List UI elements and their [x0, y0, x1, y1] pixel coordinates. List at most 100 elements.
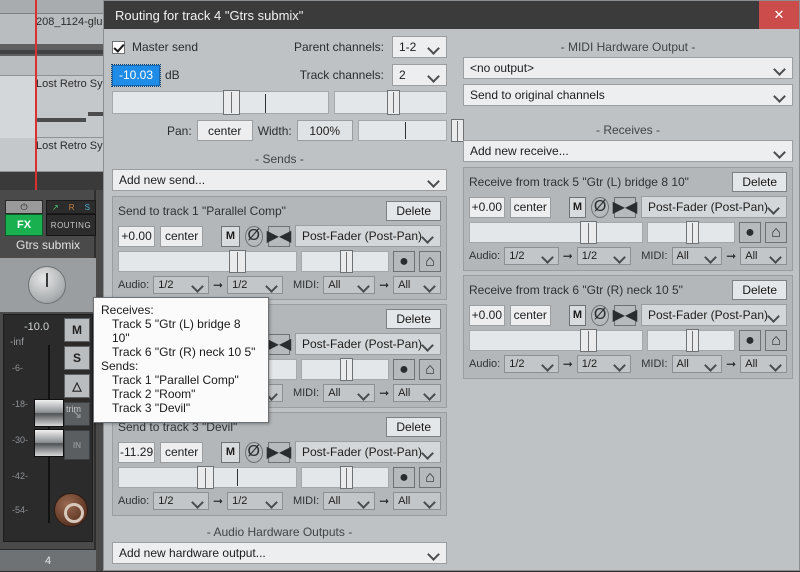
send-volume-field[interactable]: -11.29 — [118, 441, 156, 463]
strip-track-name[interactable]: Gtrs submix — [0, 238, 96, 252]
master-send-checkbox-row[interactable]: Master send — [112, 40, 286, 54]
phase-invert-icon[interactable]: Ø — [244, 441, 263, 463]
close-icon[interactable]: ✕ — [759, 1, 799, 29]
receive-volume-slider[interactable] — [469, 329, 643, 352]
receive-volume-field[interactable]: +0.00 — [469, 304, 505, 326]
send-volume-thumb[interactable] — [197, 466, 214, 489]
send-pan-thumb[interactable] — [340, 466, 353, 489]
send-volume-thumb[interactable] — [229, 250, 246, 273]
audio-src-select[interactable]: 1/2 — [504, 247, 559, 265]
send-pan-field[interactable]: center — [160, 225, 204, 247]
envelope-icon[interactable]: ⌂ — [419, 251, 441, 272]
midi-output-select[interactable]: <no output> — [463, 57, 793, 79]
phase-invert-icon[interactable]: Ø — [244, 225, 263, 247]
pan-knob[interactable] — [28, 266, 66, 304]
send-pan-thumb[interactable] — [340, 358, 353, 381]
receive-pan-thumb[interactable] — [686, 221, 699, 244]
mono-icon[interactable]: ▶◀ — [267, 333, 291, 355]
send-mode-select[interactable]: Post-Fader (Post-Pan) — [294, 333, 441, 355]
send-mute-button[interactable]: M — [221, 225, 240, 247]
send-volume-slider[interactable] — [118, 466, 297, 489]
send-volume-field[interactable]: +0.00 — [118, 225, 156, 247]
midi-src-select[interactable]: All — [323, 384, 376, 402]
pan-field[interactable]: center — [196, 120, 253, 141]
midi-dst-select[interactable]: All — [740, 247, 787, 265]
palette-icon[interactable]: ● — [739, 330, 761, 351]
routing-button[interactable]: ROUTING — [46, 214, 96, 236]
volume-fader-handle-2[interactable] — [34, 429, 64, 457]
audio-dst-select[interactable]: 1/2 — [227, 492, 283, 510]
track-channels-select[interactable]: 2 — [392, 64, 447, 86]
receive-mute-button[interactable]: M — [568, 196, 587, 218]
receive-pan-slider[interactable] — [647, 221, 735, 244]
send-pan-thumb[interactable] — [340, 250, 353, 273]
palette-icon[interactable]: ● — [739, 222, 761, 243]
receive-mode-select[interactable]: Post-Fader (Post-Pan) — [640, 196, 787, 218]
midi-src-select[interactable]: All — [323, 492, 376, 510]
mixer-strip-gtrs-submix[interactable]: ⏻ FX ↗ R S ROUTING Gtrs submix -10.0 -in… — [0, 190, 96, 571]
master-volume-field[interactable]: -10.03 — [111, 63, 161, 87]
add-hardware-output-select[interactable]: Add new hardware output... — [112, 542, 447, 564]
phase-invert-icon[interactable]: Ø — [591, 196, 609, 218]
add-new-send-select[interactable]: Add new send... — [112, 169, 447, 191]
receive-volume-thumb[interactable] — [580, 329, 597, 352]
send-mode-select[interactable]: Post-Fader (Post-Pan) — [294, 441, 441, 463]
delete-send-button[interactable]: Delete — [386, 201, 441, 221]
audio-src-select[interactable]: 1/2 — [504, 355, 559, 373]
envelope-icon[interactable]: ⌂ — [765, 330, 787, 351]
midi-dst-select[interactable]: All — [393, 492, 441, 510]
palette-icon[interactable]: ● — [393, 467, 415, 488]
add-new-receive-select[interactable]: Add new receive... — [463, 140, 793, 162]
palette-icon[interactable]: ● — [393, 251, 415, 272]
midi-channel-select[interactable]: Send to original channels — [463, 84, 793, 106]
receive-mute-button[interactable]: M — [568, 304, 587, 326]
midi-src-select[interactable]: All — [671, 247, 723, 265]
palette-icon[interactable]: ● — [393, 359, 415, 380]
power-icon[interactable]: ⏻ — [5, 200, 43, 214]
audio-src-select[interactable]: 1/2 — [153, 492, 210, 510]
record-arm-icon[interactable]: R — [69, 203, 75, 212]
send-pan-slider[interactable] — [301, 466, 389, 489]
midi-src-select[interactable]: All — [671, 355, 723, 373]
mono-icon[interactable]: ▶◀ — [613, 304, 637, 326]
volume-fader-handle[interactable] — [34, 399, 64, 427]
envelope-icon[interactable]: ↗ — [52, 203, 59, 212]
midi-dst-select[interactable]: All — [393, 276, 441, 294]
send-pan-slider[interactable] — [301, 250, 389, 273]
trim-envelope-icon[interactable]: △ — [64, 374, 90, 398]
solo-button[interactable]: S — [64, 346, 90, 370]
master-pan-slider[interactable] — [334, 90, 447, 115]
input-selector-icon[interactable]: IN — [64, 430, 90, 460]
midi-src-select[interactable]: All — [323, 276, 376, 294]
mono-icon[interactable]: ▶◀ — [267, 225, 291, 247]
audio-dst-select[interactable]: 1/2 — [576, 355, 632, 373]
record-knob[interactable] — [54, 493, 88, 527]
midi-dst-select[interactable]: All — [393, 384, 441, 402]
envelope-icon[interactable]: ⌂ — [419, 359, 441, 380]
master-send-checkbox[interactable] — [112, 40, 125, 54]
mute-button[interactable]: M — [64, 318, 90, 342]
audio-src-select[interactable]: 1/2 — [153, 276, 210, 294]
receive-pan-thumb[interactable] — [686, 329, 699, 352]
receive-pan-slider[interactable] — [647, 329, 735, 352]
parent-channels-select[interactable]: 1-2 — [392, 36, 447, 58]
mono-icon[interactable]: ▶◀ — [267, 441, 291, 463]
delete-receive-button[interactable]: Delete — [732, 172, 787, 192]
phase-invert-icon[interactable]: Ø — [591, 304, 609, 326]
midi-dst-select[interactable]: All — [740, 355, 787, 373]
solo-small-icon[interactable]: S — [85, 203, 90, 212]
width-field[interactable]: 100% — [296, 120, 353, 141]
audio-dst-select[interactable]: 1/2 — [227, 276, 283, 294]
send-pan-slider[interactable] — [301, 358, 389, 381]
send-mute-button[interactable]: M — [221, 441, 240, 463]
master-volume-slider[interactable] — [112, 90, 329, 115]
envelope-icon[interactable]: ⌂ — [765, 222, 787, 243]
env-rec-solo-row[interactable]: ↗ R S — [46, 200, 96, 214]
receive-volume-thumb[interactable] — [580, 221, 597, 244]
send-volume-slider[interactable] — [118, 250, 297, 273]
dialog-titlebar[interactable]: Routing for track 4 "Gtrs submix" ✕ — [104, 1, 799, 29]
audio-dst-select[interactable]: 1/2 — [576, 247, 632, 265]
send-pan-field[interactable]: center — [160, 441, 204, 463]
delete-send-button[interactable]: Delete — [386, 417, 441, 437]
mono-icon[interactable]: ▶◀ — [613, 196, 637, 218]
